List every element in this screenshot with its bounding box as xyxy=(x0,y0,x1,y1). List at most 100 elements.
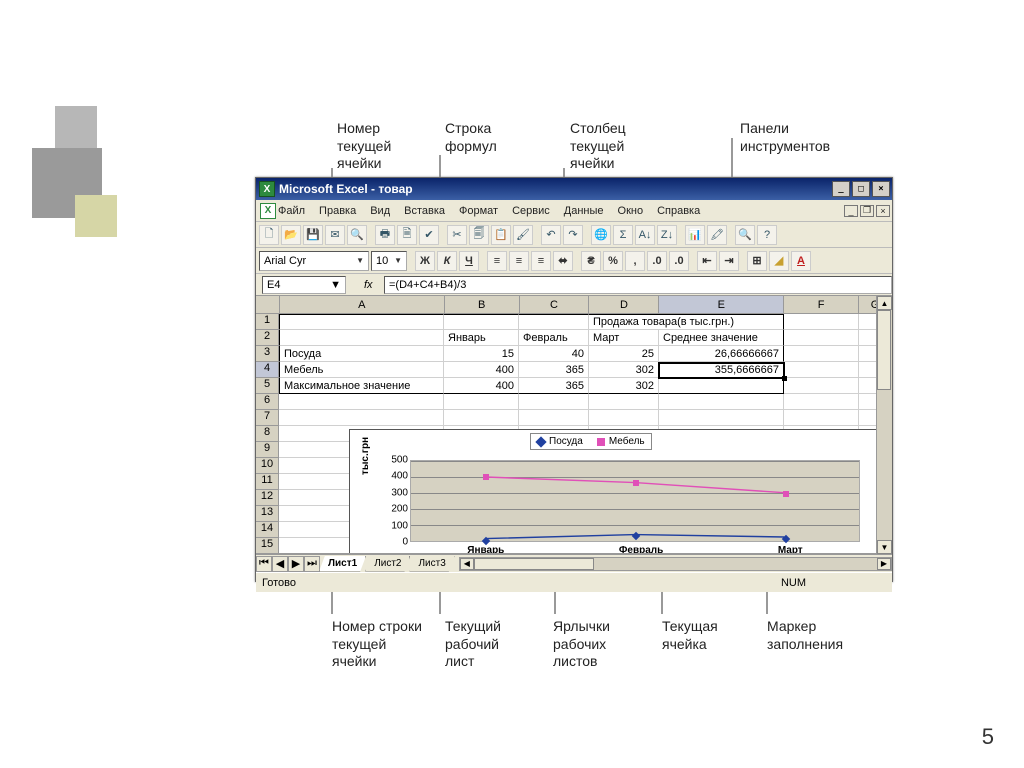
underline-button[interactable]: Ч xyxy=(459,251,479,271)
paste-button[interactable]: 📋 xyxy=(491,225,511,245)
font-size-select[interactable]: 10▼ xyxy=(371,251,407,271)
decrease-indent-button[interactable]: ⇤ xyxy=(697,251,717,271)
cell[interactable]: 40 xyxy=(519,346,589,362)
comma-button[interactable]: , xyxy=(625,251,645,271)
row-header[interactable]: 5 xyxy=(256,378,279,394)
increase-decimal-button[interactable]: .0 xyxy=(647,251,667,271)
cell[interactable]: Январь xyxy=(444,330,519,346)
menu-view[interactable]: Вид xyxy=(370,205,390,217)
horizontal-scrollbar[interactable]: ◀ ▶ xyxy=(459,557,892,571)
copy-button[interactable]: 🗐 xyxy=(469,225,489,245)
email-button[interactable]: ✉ xyxy=(325,225,345,245)
search-button[interactable]: 🔍 xyxy=(347,225,367,245)
tab-nav-next[interactable]: ▶ xyxy=(288,556,304,572)
formula-input[interactable]: =(D4+C4+B4)/3 xyxy=(384,276,892,294)
cell[interactable]: Максимальное значение xyxy=(279,378,444,394)
select-all-corner[interactable] xyxy=(256,296,280,314)
cell[interactable]: Среднее значение xyxy=(659,330,784,346)
row-header[interactable]: 2 xyxy=(256,330,279,346)
cell[interactable]: 26,66666667 xyxy=(659,346,784,362)
align-left-button[interactable]: ≡ xyxy=(487,251,507,271)
spellcheck-button[interactable]: ✔ xyxy=(419,225,439,245)
cell[interactable]: Мебель xyxy=(279,362,444,378)
tab-nav-first[interactable]: ⏮ xyxy=(256,556,272,572)
borders-button[interactable]: ⊞ xyxy=(747,251,767,271)
vertical-scrollbar[interactable]: ▲ ▼ xyxy=(876,296,892,554)
save-button[interactable]: 💾 xyxy=(303,225,323,245)
col-header-f[interactable]: F xyxy=(784,296,859,314)
cell[interactable]: Посуда xyxy=(279,346,444,362)
minimize-button[interactable]: _ xyxy=(832,181,850,197)
cell[interactable]: 302 xyxy=(589,362,659,378)
menu-insert[interactable]: Вставка xyxy=(404,205,445,217)
cell[interactable]: 302 xyxy=(589,378,659,394)
sheet-tab-1[interactable]: Лист1 xyxy=(319,556,366,572)
row-header[interactable]: 7 xyxy=(256,410,279,426)
doc-close-button[interactable]: × xyxy=(876,205,890,217)
open-button[interactable]: 📂 xyxy=(281,225,301,245)
cell[interactable]: Март xyxy=(589,330,659,346)
currency-button[interactable]: ₴ xyxy=(581,251,601,271)
align-right-button[interactable]: ≡ xyxy=(531,251,551,271)
doc-minimize-button[interactable]: _ xyxy=(844,205,858,217)
col-header-c[interactable]: C xyxy=(520,296,590,314)
drawing-button[interactable]: 🖍 xyxy=(707,225,727,245)
format-painter-button[interactable]: 🖌 xyxy=(513,225,533,245)
redo-button[interactable]: ↷ xyxy=(563,225,583,245)
cell[interactable]: 25 xyxy=(589,346,659,362)
row-header[interactable]: 8 xyxy=(256,426,279,442)
menu-format[interactable]: Формат xyxy=(459,205,498,217)
cell[interactable] xyxy=(519,314,589,330)
cell[interactable]: 400 xyxy=(444,362,519,378)
cell[interactable] xyxy=(279,330,444,346)
row-header[interactable]: 10 xyxy=(256,458,279,474)
menu-file[interactable]: Файл xyxy=(278,205,305,217)
cell[interactable] xyxy=(784,346,859,362)
help-button[interactable]: ? xyxy=(757,225,777,245)
cell[interactable]: Февраль xyxy=(519,330,589,346)
autosum-button[interactable]: Σ xyxy=(613,225,633,245)
cell-e4-active[interactable]: 355,6666667 xyxy=(659,362,784,378)
menu-tools[interactable]: Сервис xyxy=(512,205,550,217)
print-button[interactable]: 🖶 xyxy=(375,225,395,245)
cut-button[interactable]: ✂ xyxy=(447,225,467,245)
chart-wizard-button[interactable]: 📊 xyxy=(685,225,705,245)
bold-button[interactable]: Ж xyxy=(415,251,435,271)
row-header[interactable]: 14 xyxy=(256,522,279,538)
row-header[interactable]: 4 xyxy=(256,362,279,378)
font-color-button[interactable]: A xyxy=(791,251,811,271)
sort-asc-button[interactable]: A↓ xyxy=(635,225,655,245)
cell[interactable]: 400 xyxy=(444,378,519,394)
document-icon[interactable]: X xyxy=(260,203,276,219)
menu-edit[interactable]: Правка xyxy=(319,205,356,217)
fx-icon[interactable]: fx xyxy=(364,279,384,291)
new-button[interactable]: 🗋 xyxy=(259,225,279,245)
row-header[interactable]: 13 xyxy=(256,506,279,522)
sort-desc-button[interactable]: Z↓ xyxy=(657,225,677,245)
cell[interactable]: 15 xyxy=(444,346,519,362)
font-name-select[interactable]: Arial Cyr▼ xyxy=(259,251,369,271)
italic-button[interactable]: К xyxy=(437,251,457,271)
sheet-tab-2[interactable]: Лист2 xyxy=(365,556,410,572)
tab-nav-prev[interactable]: ◀ xyxy=(272,556,288,572)
row-header[interactable]: 11 xyxy=(256,474,279,490)
embedded-chart[interactable]: Посуда Мебель тыс.грн 0 100 200 300 400 … xyxy=(349,429,879,554)
cell[interactable] xyxy=(784,362,859,378)
increase-indent-button[interactable]: ⇥ xyxy=(719,251,739,271)
row-header[interactable]: 1 xyxy=(256,314,279,330)
maximize-button[interactable]: □ xyxy=(852,181,870,197)
fill-color-button[interactable]: ◢ xyxy=(769,251,789,271)
tab-nav-last[interactable]: ⏭ xyxy=(304,556,320,572)
sheet-tab-3[interactable]: Лист3 xyxy=(409,556,454,572)
menu-window[interactable]: Окно xyxy=(618,205,644,217)
menu-data[interactable]: Данные xyxy=(564,205,604,217)
cell[interactable] xyxy=(444,314,519,330)
undo-button[interactable]: ↶ xyxy=(541,225,561,245)
row-header[interactable]: 3 xyxy=(256,346,279,362)
hyperlink-button[interactable]: 🌐 xyxy=(591,225,611,245)
doc-restore-button[interactable]: ❐ xyxy=(860,205,874,217)
name-box[interactable]: E4▼ xyxy=(262,276,346,294)
cell[interactable]: 365 xyxy=(519,362,589,378)
cell[interactable] xyxy=(279,314,444,330)
spreadsheet-grid[interactable]: A B C D E F G 1 2 3 4 5 6 7 8 9 10 11 12… xyxy=(256,296,892,554)
